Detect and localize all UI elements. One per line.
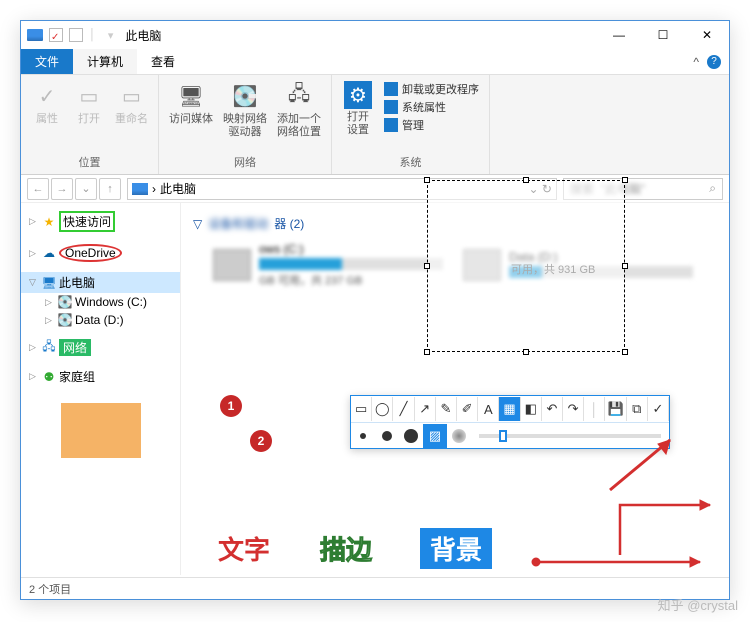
quick-access-toolbar <box>49 28 83 42</box>
tool-save[interactable]: 💾 <box>605 397 626 421</box>
tree-drive-d[interactable]: ▷💽Data (D:) <box>21 311 180 329</box>
tool-undo[interactable]: ↶ <box>542 397 563 421</box>
annotation-text-2: 描边 <box>320 530 372 567</box>
tree-network[interactable]: ▷🖧网络 <box>21 337 180 358</box>
annotation-text-3: 背景 <box>420 528 492 569</box>
recent-dropdown[interactable]: ⌄ <box>75 178 97 200</box>
annotation-orange-box <box>61 403 141 458</box>
separator: │ <box>584 397 605 421</box>
ribbon-tabs: 文件 计算机 查看 ^ ? <box>21 49 729 75</box>
open-settings-button[interactable]: ⚙打开 设置 <box>338 79 378 152</box>
drive-c[interactable]: ows (C:) GB 可用，共 237 GB <box>213 242 443 288</box>
group-label: 网络 <box>165 152 325 174</box>
slider-handle[interactable] <box>499 430 507 442</box>
tab-view[interactable]: 查看 <box>137 49 189 74</box>
tool-rect[interactable]: ▭ <box>351 397 372 421</box>
help-icon[interactable]: ? <box>707 55 721 69</box>
group-label: 位置 <box>27 152 152 174</box>
tool-pen[interactable]: ✎ <box>436 397 457 421</box>
tool-ellipse[interactable]: ◯ <box>372 397 393 421</box>
annotation-marker-2: 2 <box>250 430 272 452</box>
close-button[interactable]: ✕ <box>685 21 729 49</box>
brush-med[interactable] <box>375 424 399 448</box>
uninstall-programs[interactable]: 卸载或更改程序 <box>384 81 479 97</box>
blur-style[interactable] <box>447 424 471 448</box>
tool-marker[interactable]: ✐ <box>457 397 478 421</box>
watermark: 知乎 @crystal <box>658 595 738 614</box>
minimize-button[interactable]: — <box>597 21 641 49</box>
tree-drive-c[interactable]: ▷💽Windows (C:) <box>21 293 180 311</box>
manage[interactable]: 管理 <box>384 117 479 133</box>
brush-small[interactable] <box>351 424 375 448</box>
tool-redo[interactable]: ↷ <box>563 397 584 421</box>
maximize-button[interactable]: ☐ <box>641 21 685 49</box>
tool-text[interactable]: A <box>478 397 499 421</box>
ribbon-group-location: ✓属性 ▭打开 ▭重命名 位置 <box>21 75 159 174</box>
status-bar: 2 个项目 <box>21 577 729 599</box>
pc-icon <box>132 183 148 195</box>
annotation-marker-1: 1 <box>220 395 242 417</box>
ribbon-help: ^ ? <box>685 49 729 74</box>
group-label: 系统 <box>338 152 483 174</box>
drive-icon <box>213 249 251 281</box>
brush-large[interactable] <box>399 424 423 448</box>
tool-copy[interactable]: ⧉ <box>627 397 648 421</box>
sysprops-icon <box>384 100 398 114</box>
window-title: 此电脑 <box>125 27 161 44</box>
system-properties[interactable]: 系统属性 <box>384 99 479 115</box>
properties-button[interactable]: ✓属性 <box>27 79 67 152</box>
forward-button[interactable]: → <box>51 178 73 200</box>
search-icon[interactable]: ⌕ <box>709 181 716 196</box>
manage-icon <box>384 118 398 132</box>
tree-homegroup[interactable]: ▷⚉家庭组 <box>21 366 180 387</box>
chevron-icon[interactable]: › <box>152 182 156 196</box>
tree-thispc[interactable]: ▽🖥此电脑 <box>21 272 180 293</box>
nav-tree: ▷★快速访问 ▷☁OneDrive ▽🖥此电脑 ▷💽Windows (C:) ▷… <box>21 203 181 575</box>
map-drive-button[interactable]: 💽映射网络 驱动器 <box>219 79 271 152</box>
tool-ok[interactable]: ✓ <box>648 397 669 421</box>
mosaic-style[interactable]: ▨ <box>423 424 447 448</box>
tool-eraser[interactable]: ◧ <box>521 397 542 421</box>
add-netloc-button[interactable]: 🖧添加一个 网络位置 <box>273 79 325 152</box>
qat-button[interactable] <box>69 28 83 42</box>
tab-file[interactable]: 文件 <box>21 49 73 74</box>
tool-mosaic[interactable]: ▦ <box>499 397 520 421</box>
titlebar[interactable]: │ ▾ 此电脑 — ☐ ✕ <box>21 21 729 49</box>
pc-icon <box>27 29 43 41</box>
breadcrumb-segment[interactable]: 此电脑 <box>160 180 196 197</box>
system-list: 卸载或更改程序 系统属性 管理 <box>380 79 483 152</box>
programs-icon <box>384 82 398 96</box>
tool-arrow[interactable]: ↗ <box>415 397 436 421</box>
annotation-arrow-1 <box>600 430 700 500</box>
ribbon-group-system: ⚙打开 设置 卸载或更改程序 系统属性 管理 系统 <box>332 75 490 174</box>
snip-selection[interactable] <box>427 180 625 352</box>
tool-line[interactable]: ╱ <box>393 397 414 421</box>
annotation-text-1: 文字 <box>218 530 270 567</box>
up-button[interactable]: ↑ <box>99 178 121 200</box>
tree-onedrive[interactable]: ▷☁OneDrive <box>21 242 180 264</box>
qat-checkbox-icon[interactable] <box>49 28 63 42</box>
back-button[interactable]: ← <box>27 178 49 200</box>
qat-dropdown-icon[interactable]: ▾ <box>108 29 114 42</box>
annotation-arrow-3 <box>530 552 710 572</box>
ribbon-group-network: 🖥访问媒体 💽映射网络 驱动器 🖧添加一个 网络位置 网络 <box>159 75 332 174</box>
access-media-button[interactable]: 🖥访问媒体 <box>165 79 217 152</box>
separator: │ <box>89 29 96 41</box>
window-controls: — ☐ ✕ <box>597 21 729 49</box>
tree-quick-access[interactable]: ▷★快速访问 <box>21 209 180 234</box>
open-button[interactable]: ▭打开 <box>69 79 109 152</box>
rename-button[interactable]: ▭重命名 <box>111 79 152 152</box>
tab-computer[interactable]: 计算机 <box>73 49 137 74</box>
ribbon: ✓属性 ▭打开 ▭重命名 位置 🖥访问媒体 💽映射网络 驱动器 🖧添加一个 网络… <box>21 75 729 175</box>
item-count: 2 个项目 <box>29 581 71 597</box>
collapse-ribbon-icon[interactable]: ^ <box>693 55 699 69</box>
